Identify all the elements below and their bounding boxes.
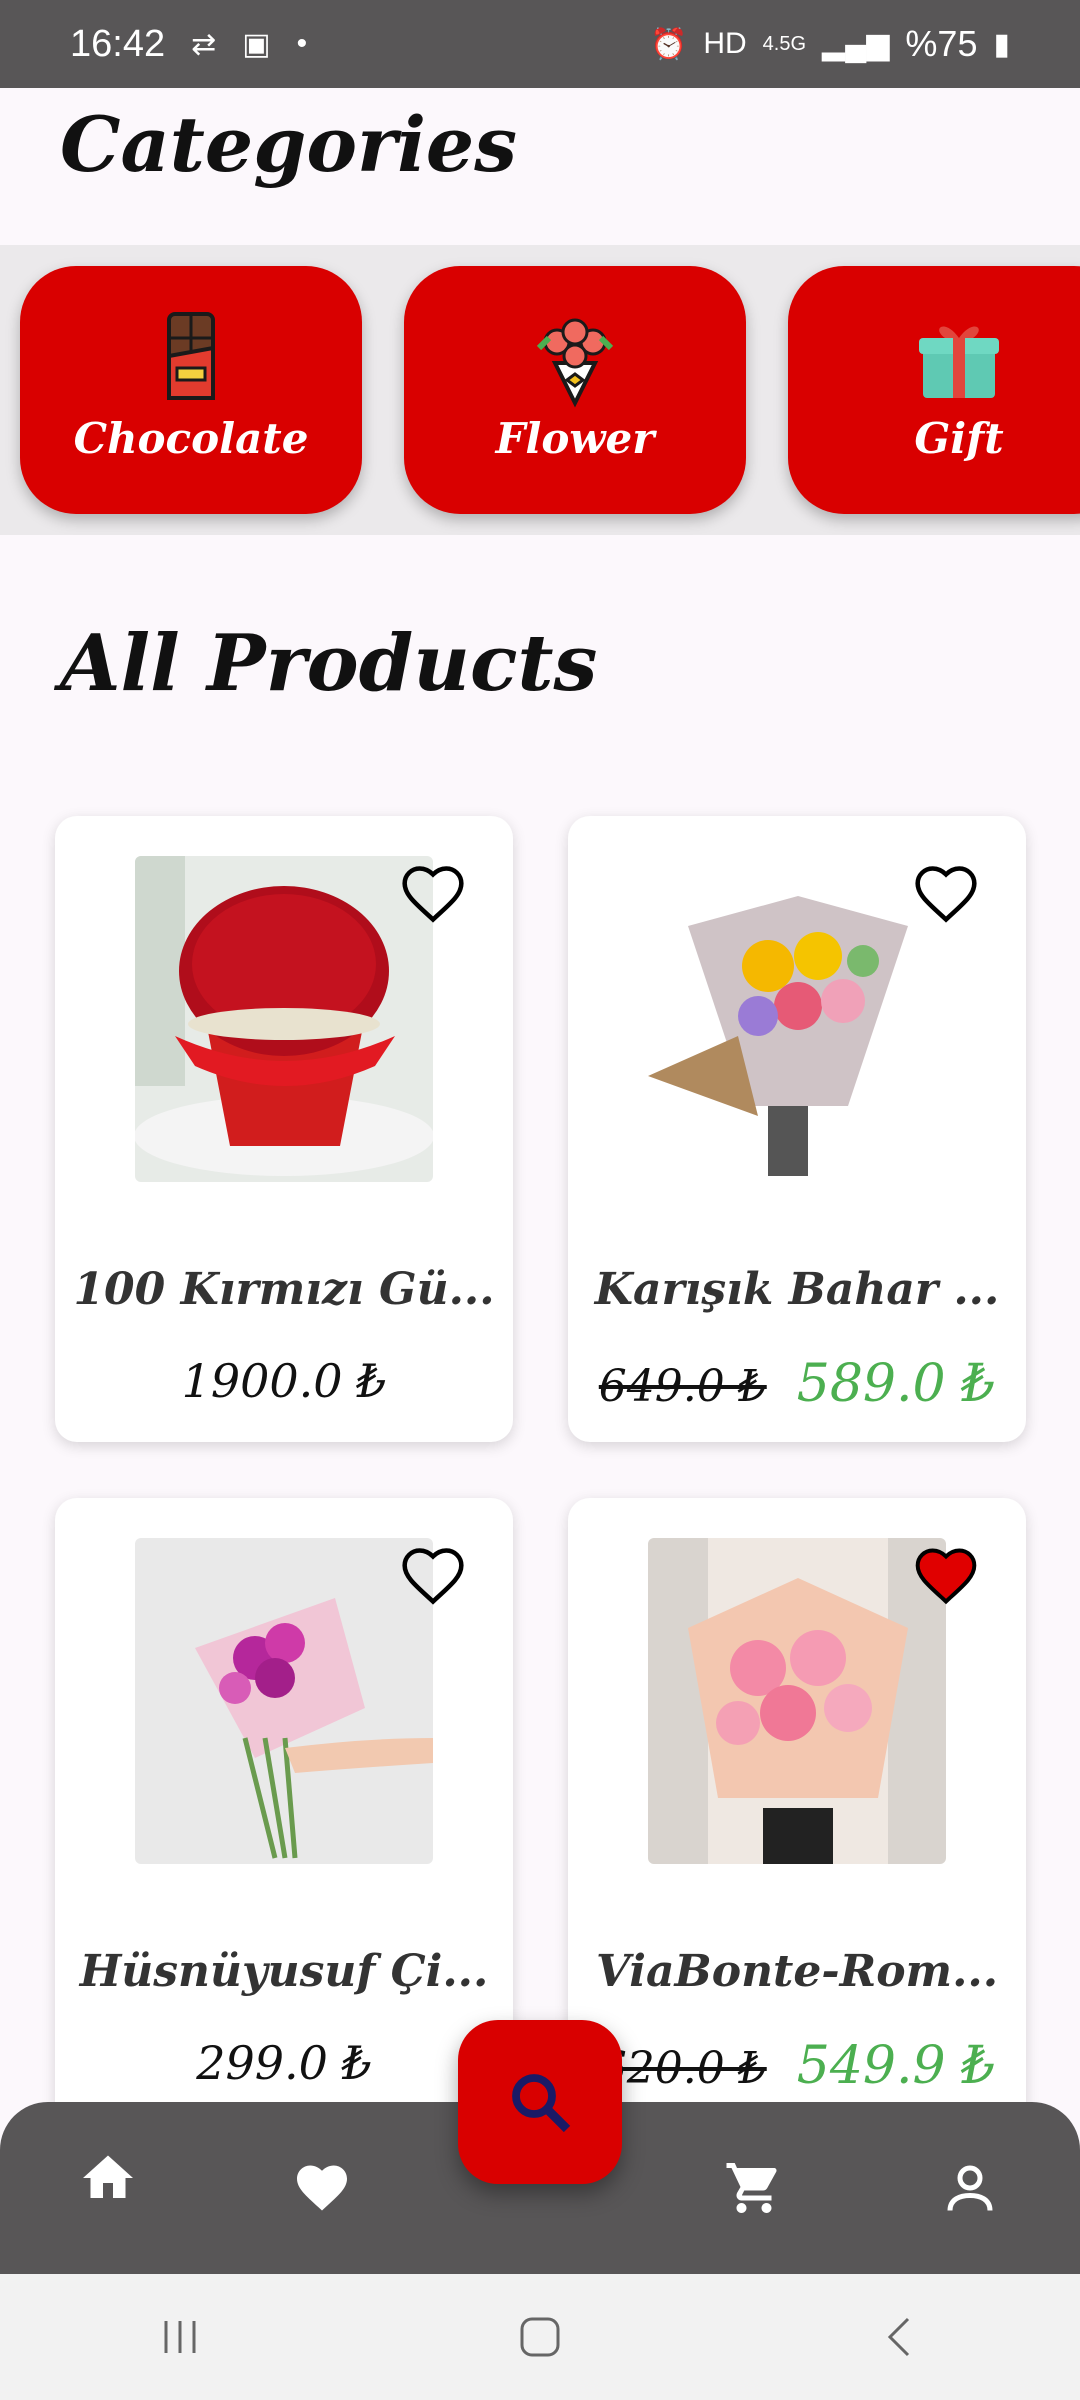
favorite-heart-icon[interactable] xyxy=(912,860,980,928)
product-name: Karışık Bahar ... xyxy=(594,1264,1000,1315)
bouquet-icon xyxy=(536,318,614,408)
profile-icon[interactable] xyxy=(940,2158,1000,2218)
back-icon[interactable] xyxy=(878,2315,922,2359)
status-time: 16:42 xyxy=(70,22,166,65)
product-card[interactable]: Karışık Bahar ... 649.0 ₺ 589.0 ₺ xyxy=(568,816,1026,1442)
all-products-title: All Products xyxy=(60,618,598,709)
product-price: 299.0 ₺ xyxy=(196,2036,372,2090)
system-navigation-bar xyxy=(0,2274,1080,2400)
product-card[interactable]: ViaBonte-Rom... 620.0 ₺ 549.9 ₺ xyxy=(568,1498,1026,2124)
search-icon xyxy=(512,2074,571,2133)
category-label: Gift xyxy=(914,414,1004,463)
product-image-pink-gerbera xyxy=(648,1538,946,1864)
network-type-label: 4.5G xyxy=(762,32,807,55)
category-label: Flower xyxy=(495,414,655,463)
cart-icon[interactable] xyxy=(724,2158,784,2218)
product-sale-price: 589.0 ₺ xyxy=(796,1354,996,1414)
search-button[interactable] xyxy=(458,2020,622,2184)
product-name: Hüsnüyusuf Çi... xyxy=(79,1946,489,1997)
product-card[interactable]: 100 Kırmızı Gü... 1900.0 ₺ xyxy=(55,816,513,1442)
chocolate-icon xyxy=(167,312,215,400)
category-label: Chocolate xyxy=(73,414,309,463)
battery-icon: ▮ xyxy=(993,27,1010,61)
battery-level: %75 xyxy=(905,23,978,64)
signal-icon: ▂▄▆ xyxy=(822,27,890,61)
favorite-heart-filled-icon[interactable] xyxy=(912,1542,980,1610)
home-system-icon[interactable] xyxy=(518,2315,562,2359)
notification-dot-icon: • xyxy=(296,27,308,60)
category-chocolate[interactable]: Chocolate xyxy=(20,266,362,514)
categories-title: Categories xyxy=(60,100,518,189)
status-bar: 16:42 ⇄ ▣ • ⏰ HD 4.5G ▂▄▆ %75 ▮ xyxy=(0,0,1080,88)
product-old-price: 649.0 ₺ xyxy=(598,1361,767,1412)
recent-apps-icon[interactable] xyxy=(158,2315,202,2359)
gallery-icon: ▣ xyxy=(242,27,271,61)
hd-icon: HD xyxy=(703,27,747,60)
product-name: 100 Kırmızı Gü... xyxy=(73,1264,495,1315)
product-image-sweet-william xyxy=(135,1538,433,1864)
home-icon[interactable] xyxy=(78,2148,138,2208)
favorite-heart-icon[interactable] xyxy=(399,860,467,928)
category-flower[interactable]: Flower xyxy=(404,266,746,514)
product-old-price: 620.0 ₺ xyxy=(598,2043,767,2094)
favorite-heart-icon[interactable] xyxy=(399,1542,467,1610)
product-name: ViaBonte-Rom... xyxy=(595,1946,999,1997)
product-image-mixed-spring xyxy=(648,856,946,1182)
sync-icon: ⇄ xyxy=(191,27,217,61)
favorites-heart-icon[interactable] xyxy=(292,2158,352,2218)
product-sale-price: 549.9 ₺ xyxy=(796,2036,996,2096)
category-gift[interactable]: Gift xyxy=(788,266,1080,514)
product-price: 1900.0 ₺ xyxy=(181,1354,387,1408)
product-image-red-roses xyxy=(135,856,433,1182)
gift-icon xyxy=(919,326,999,398)
alarm-icon: ⏰ xyxy=(649,27,688,61)
product-card[interactable]: Hüsnüyusuf Çi... 299.0 ₺ xyxy=(55,1498,513,2124)
